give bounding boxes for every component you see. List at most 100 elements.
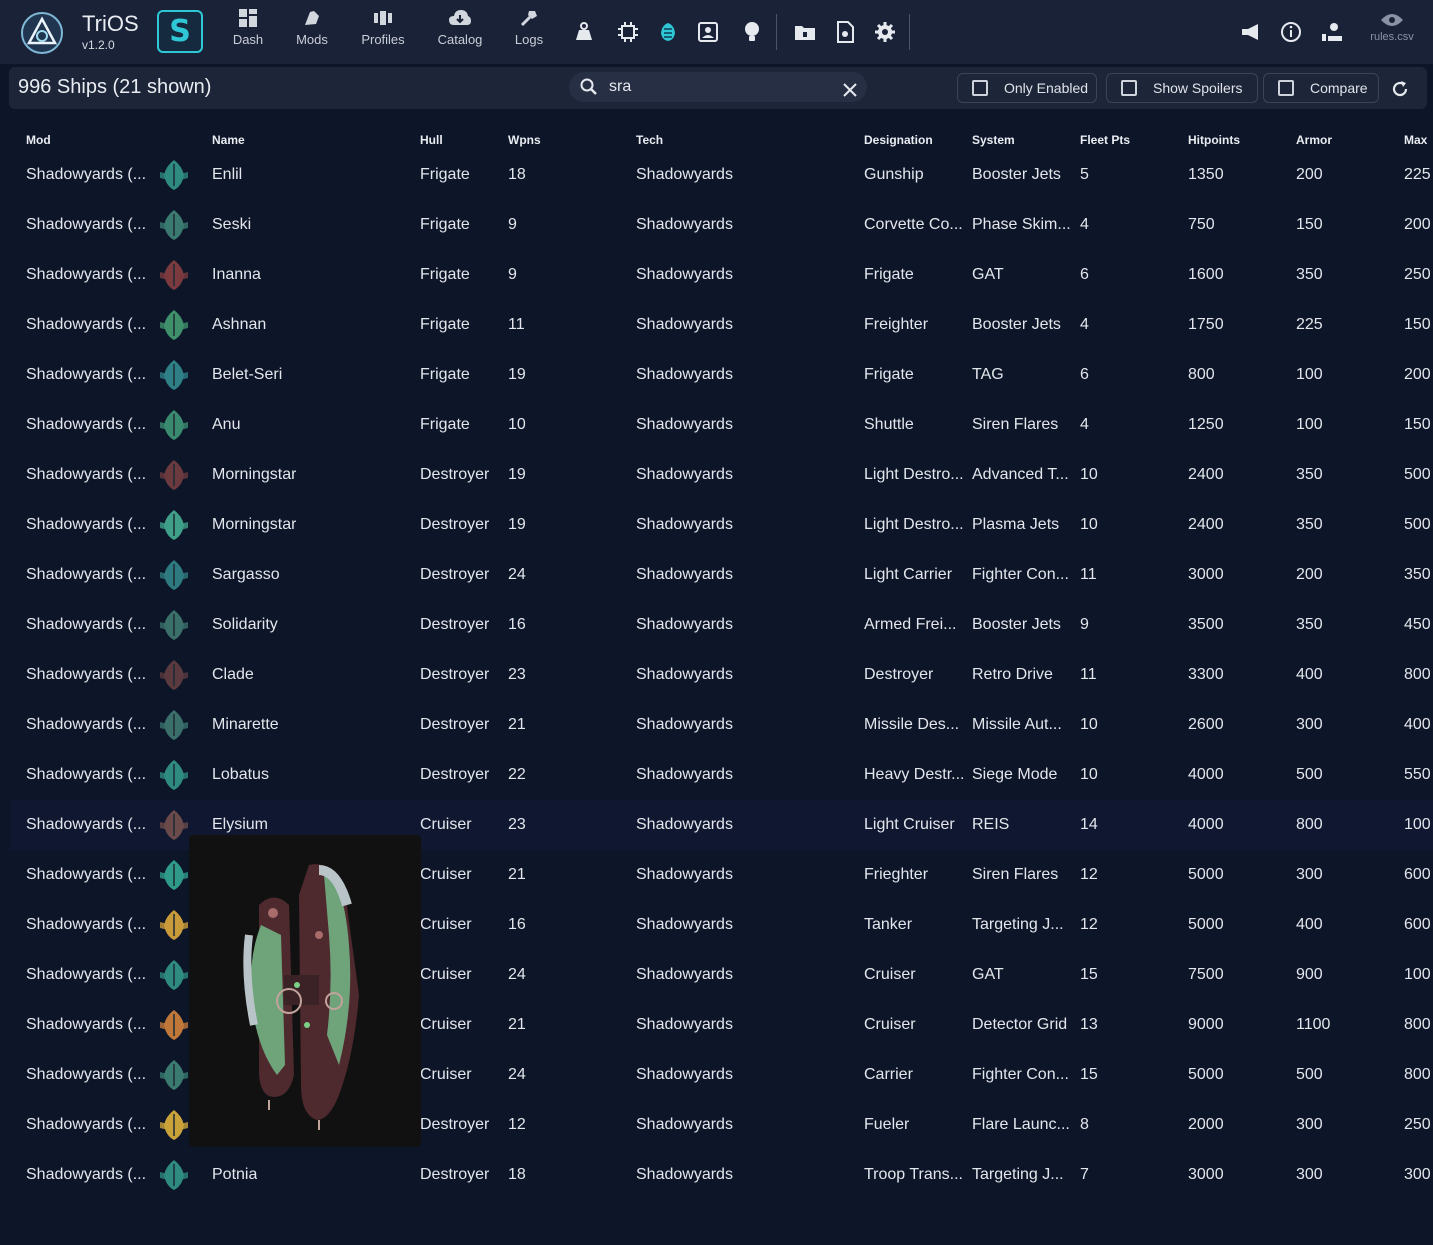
ship-thumbnail-icon	[160, 760, 188, 790]
cell-designation: Tanker	[864, 916, 913, 933]
rules-csv-button[interactable]: rules.csv	[1362, 12, 1422, 52]
table-row[interactable]: Shadowyards (... Potnia Destroyer 18 Shadowy…	[0, 1150, 1433, 1200]
cell-max: 150	[1404, 316, 1431, 333]
table-row[interactable]: Shadowyards (... Morningstar Destroyer 19 Sh…	[0, 450, 1433, 500]
nav-logs[interactable]: Logs	[511, 8, 547, 58]
cell-fleet-pts: 4	[1080, 416, 1089, 433]
col-wpns[interactable]: Wpns	[508, 133, 541, 147]
cell-designation: Light Cruiser	[864, 816, 955, 833]
col-max[interactable]: Max	[1404, 133, 1433, 147]
only-enabled-checkbox[interactable]: Only Enabled	[957, 73, 1097, 103]
col-armor[interactable]: Armor	[1296, 133, 1332, 147]
show-spoilers-checkbox[interactable]: Show Spoilers	[1106, 73, 1258, 103]
cell-hull: Frigate	[420, 316, 470, 333]
table-row[interactable]: Shadowyards (... Enlil Frigate 18 Shadowyard…	[0, 150, 1433, 200]
cell-tech: Shadowyards	[636, 316, 733, 333]
cell-hitpoints: 5000	[1188, 916, 1224, 933]
cell-hitpoints: 1350	[1188, 166, 1224, 183]
cell-max: 300	[1404, 1166, 1431, 1183]
cell-armor: 100	[1296, 416, 1323, 433]
cell-tech: Shadowyards	[636, 1166, 733, 1183]
col-hitpoints[interactable]: Hitpoints	[1188, 133, 1240, 147]
cell-mod: Shadowyards (...	[26, 766, 147, 783]
table-row[interactable]: Shadowyards (... Sargasso Destroyer 24 Shado…	[0, 550, 1433, 600]
refresh-icon[interactable]	[1390, 79, 1410, 99]
search-input[interactable]	[609, 77, 819, 97]
ship-thumbnail-icon	[160, 1160, 188, 1190]
table-row[interactable]: Shadowyards (... Clade Destroyer 23 Shadowya…	[0, 650, 1433, 700]
cell-designation: Cruiser	[864, 1016, 916, 1033]
cell-hitpoints: 2000	[1188, 1116, 1224, 1133]
nav-profiles[interactable]: Profiles	[357, 8, 409, 58]
announcements-button[interactable]	[1239, 20, 1263, 44]
nav-dash[interactable]: Dash	[230, 8, 266, 58]
cell-system: REIS	[972, 816, 1010, 833]
starsector-launch-button[interactable]: S	[157, 10, 203, 53]
table-row[interactable]: Shadowyards (... Seski Frigate 9 Shadowyards…	[0, 200, 1433, 250]
cell-tech: Shadowyards	[636, 966, 733, 983]
ship-thumbnail-icon	[160, 560, 188, 590]
table-row[interactable]: Shadowyards (... Solidarity Destroyer 16 Sha…	[0, 600, 1433, 650]
cell-armor: 300	[1296, 1166, 1323, 1183]
cell-hitpoints: 5000	[1188, 1066, 1224, 1083]
compare-label: Compare	[1310, 80, 1368, 96]
cell-wpns: 19	[508, 366, 526, 383]
table-row[interactable]: Shadowyards (... Belet-Seri Frigate 19 Shado…	[0, 350, 1433, 400]
cell-hull: Destroyer	[420, 1116, 490, 1133]
table-row[interactable]: Shadowyards (... Morningstar Destroyer 19 Sh…	[0, 500, 1433, 550]
open-vmparams-button[interactable]	[833, 20, 857, 44]
ship-thumbnail-icon	[160, 160, 188, 190]
cell-armor: 900	[1296, 966, 1323, 983]
cell-armor: 350	[1296, 516, 1323, 533]
table-row[interactable]: Shadowyards (... Anu Frigate 10 Shadowyards S…	[0, 400, 1433, 450]
settings-button[interactable]	[873, 20, 897, 44]
cell-max: 500	[1404, 466, 1431, 483]
donate-button[interactable]	[1319, 20, 1343, 44]
clear-search-icon[interactable]	[842, 82, 858, 98]
nav-mods[interactable]: Mods	[293, 8, 331, 58]
col-hull[interactable]: Hull	[420, 133, 443, 147]
table-row[interactable]: Shadowyards (... Lobatus Destroyer 22 Shadow…	[0, 750, 1433, 800]
cell-armor: 150	[1296, 216, 1323, 233]
cell-tech: Shadowyards	[636, 1066, 733, 1083]
cell-armor: 400	[1296, 916, 1323, 933]
ships-viewer-button[interactable]	[656, 20, 680, 44]
ship-thumbnail-icon	[160, 460, 188, 490]
col-mod[interactable]: Mod	[26, 133, 51, 147]
cell-designation: Frigate	[864, 266, 914, 283]
cell-max: 250	[1404, 1116, 1431, 1133]
cell-wpns: 24	[508, 966, 526, 983]
s-logo-icon: S	[169, 14, 191, 49]
cell-wpns: 11	[508, 316, 525, 333]
col-fleet-pts[interactable]: Fleet Pts	[1080, 133, 1130, 147]
about-button[interactable]	[1279, 20, 1303, 44]
table-row[interactable]: Shadowyards (... Ashnan Frigate 11 Shadowyar…	[0, 300, 1433, 350]
cell-armor: 1100	[1296, 1016, 1331, 1033]
cell-system: GAT	[972, 966, 1004, 983]
cell-hitpoints: 1750	[1188, 316, 1224, 333]
cell-system: Siren Flares	[972, 416, 1059, 433]
cell-system: GAT	[972, 266, 1004, 283]
chipper-button[interactable]	[616, 20, 640, 44]
cell-hitpoints: 4000	[1188, 766, 1224, 783]
col-name[interactable]: Name	[212, 133, 245, 147]
compare-checkbox[interactable]: Compare	[1263, 73, 1379, 103]
cell-designation: Light Destro...	[864, 466, 964, 483]
portraits-button[interactable]	[696, 20, 720, 44]
tips-button[interactable]	[740, 20, 764, 44]
open-game-folder-button[interactable]	[793, 20, 817, 44]
table-row[interactable]: Shadowyards (... Inanna Frigate 9 Shadowyard…	[0, 250, 1433, 300]
cell-system: Booster Jets	[972, 616, 1061, 633]
cell-tech: Shadowyards	[636, 216, 733, 233]
col-tech[interactable]: Tech	[636, 133, 663, 147]
table-row[interactable]: Shadowyards (... Minarette Destroyer 21 Shad…	[0, 700, 1433, 750]
cell-tech: Shadowyards	[636, 666, 733, 683]
vram-checker-button[interactable]	[572, 20, 596, 44]
cell-system: Siren Flares	[972, 866, 1059, 883]
cell-wpns: 21	[508, 1016, 526, 1033]
cell-hull: Frigate	[420, 166, 470, 183]
col-system[interactable]: System	[972, 133, 1015, 147]
col-designation[interactable]: Designation	[864, 133, 933, 147]
eye-icon	[1381, 14, 1403, 26]
nav-catalog[interactable]: Catalog	[435, 8, 485, 58]
